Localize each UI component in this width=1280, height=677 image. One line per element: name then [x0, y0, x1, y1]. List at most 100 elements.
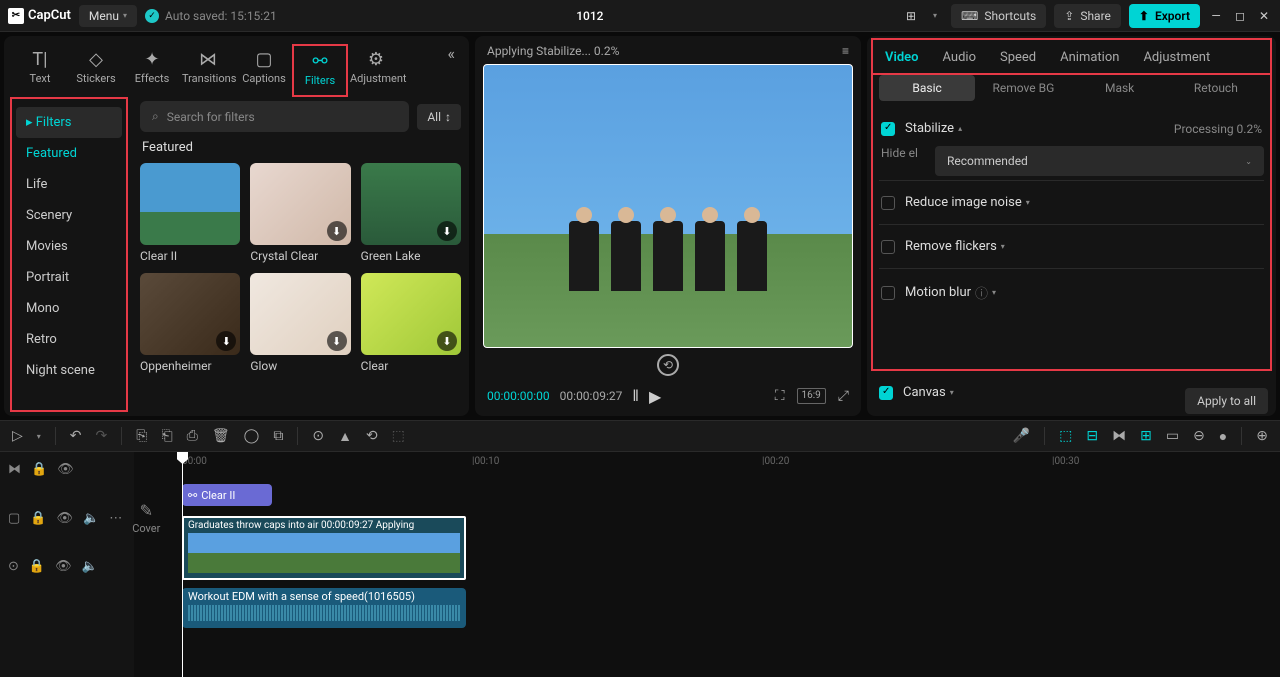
rotate-icon[interactable]: ⟲ [366, 428, 378, 444]
snap-icon[interactable]: ⊞ [1140, 428, 1152, 444]
split-right-icon[interactable]: ⎙ [187, 428, 198, 444]
collapse-tabs-icon[interactable]: « [441, 44, 461, 63]
speed-icon[interactable]: ⊙ [312, 428, 324, 444]
filter-clip[interactable]: ⚯Clear II [182, 484, 272, 506]
audio-clip[interactable]: Workout EDM with a sense of speed(101650… [182, 588, 466, 628]
filter-card[interactable]: Clear II [140, 163, 240, 263]
crop-icon[interactable]: ⬚ [392, 428, 405, 444]
link-icon[interactable]: ⊟ [1086, 428, 1098, 444]
split-icon[interactable]: ⎘ [136, 428, 147, 444]
filter-card[interactable]: ⬇Clear [361, 273, 461, 373]
play-icon[interactable]: ▶ [649, 387, 661, 406]
subtab-mask[interactable]: Mask [1072, 75, 1168, 101]
layout-chevron-icon[interactable]: ▾ [927, 8, 943, 24]
chevron-down-icon[interactable]: ▾ [950, 388, 954, 397]
tab-transitions[interactable]: ⋈Transitions [180, 44, 236, 93]
sidebar-item-featured[interactable]: Featured [12, 138, 126, 169]
noise-checkbox[interactable] [881, 196, 895, 210]
mark-icon[interactable]: ◯ [244, 428, 260, 444]
chain-icon[interactable]: ⧓ [1112, 428, 1126, 444]
download-icon[interactable]: ⬇ [327, 221, 347, 241]
link-track-icon[interactable]: ⧓ [8, 462, 21, 477]
tab-effects[interactable]: ✦Effects [124, 44, 180, 93]
maximize-icon[interactable]: ◻ [1232, 8, 1248, 24]
download-icon[interactable]: ⬇ [327, 331, 347, 351]
sidebar-item-scenery[interactable]: Scenery [12, 200, 126, 231]
tab-video[interactable]: Video [885, 50, 919, 65]
redo-icon[interactable]: ↷ [96, 428, 108, 444]
canvas-checkbox[interactable] [879, 386, 893, 400]
copy-icon[interactable]: ⧉ [273, 428, 283, 444]
eye-track-icon[interactable]: 👁 [56, 511, 73, 526]
filter-card[interactable]: ⬇Crystal Clear [250, 163, 350, 263]
filter-card[interactable]: ⬇Glow [250, 273, 350, 373]
tab-speed[interactable]: Speed [1000, 50, 1036, 65]
sidebar-item-night[interactable]: Night scene [12, 355, 126, 386]
tab-stickers[interactable]: ◇Stickers [68, 44, 124, 93]
split-left-icon[interactable]: ⎗ [161, 428, 172, 444]
chevron-down-icon[interactable]: ▾ [1001, 242, 1005, 251]
tab-animation[interactable]: Animation [1060, 50, 1119, 65]
video-clip[interactable]: Graduates throw caps into air 00:00:09:2… [182, 516, 466, 580]
subtab-retouch[interactable]: Retouch [1168, 75, 1264, 101]
eye-track-icon[interactable]: 👁 [55, 559, 72, 574]
info-icon[interactable]: ⓘ [975, 283, 988, 302]
scale-fit-icon[interactable]: ⛶ [775, 388, 785, 404]
filter-all-button[interactable]: All ↕ [417, 104, 461, 130]
export-button[interactable]: ⬆Export [1129, 4, 1200, 28]
mute-track-icon[interactable]: 🔈 [82, 559, 98, 574]
zoom-out-icon[interactable]: ⊖ [1193, 428, 1205, 444]
timeline-ruler[interactable]: 00:00 |00:10 |00:20 |00:30 [182, 452, 1280, 476]
prev-frame-icon[interactable]: ‖ [632, 386, 639, 406]
lock-track-icon[interactable]: 🔒 [31, 462, 47, 477]
more-track-icon[interactable]: ⋯ [109, 511, 122, 526]
audio-track-icon[interactable]: ⊙ [8, 559, 19, 574]
delete-icon[interactable]: 🗑 [212, 428, 230, 444]
aspect-ratio-badge[interactable]: 16:9 [797, 388, 826, 404]
fullscreen-icon[interactable]: ⤢ [838, 388, 849, 404]
mirror-icon[interactable]: ▲ [338, 428, 352, 445]
subtab-basic[interactable]: Basic [879, 75, 975, 101]
select-tool-icon[interactable]: ▷ [12, 428, 23, 444]
mute-track-icon[interactable]: 🔈 [83, 511, 99, 526]
share-button[interactable]: ⇪Share [1054, 4, 1121, 28]
filter-card[interactable]: ⬇Oppenheimer [140, 273, 240, 373]
preview-icon[interactable]: ▭ [1166, 428, 1179, 444]
sidebar-header-filters[interactable]: ▸ Filters [16, 107, 122, 138]
flickers-checkbox[interactable] [881, 240, 895, 254]
lock-track-icon[interactable]: 🔒 [30, 511, 46, 526]
sync-icon[interactable]: ⟲ [657, 354, 679, 376]
search-input[interactable]: ⌕ Search for filters [140, 101, 409, 132]
filter-card[interactable]: ⬇Green Lake [361, 163, 461, 263]
minimize-icon[interactable]: ― [1208, 8, 1224, 24]
sidebar-item-movies[interactable]: Movies [12, 231, 126, 262]
tab-captions[interactable]: ▢Captions [236, 44, 292, 93]
preview-menu-icon[interactable]: ≡ [842, 44, 849, 58]
sidebar-item-life[interactable]: Life [12, 169, 126, 200]
sidebar-item-mono[interactable]: Mono [12, 293, 126, 324]
tab-audio[interactable]: Audio [943, 50, 976, 65]
stabilize-mode-dropdown[interactable]: Recommended⌄ [935, 146, 1264, 176]
subtab-removebg[interactable]: Remove BG [975, 75, 1071, 101]
tab-text[interactable]: T|Text [12, 44, 68, 93]
chevron-down-icon[interactable]: ▾ [1026, 198, 1030, 207]
tab-adjustment[interactable]: ⚙Adjustment [348, 44, 404, 93]
tab-adjustment2[interactable]: Adjustment [1143, 50, 1210, 65]
stabilize-checkbox[interactable] [881, 122, 895, 136]
close-icon[interactable]: ✕ [1256, 8, 1272, 24]
eye-track-icon[interactable]: 👁 [57, 462, 74, 477]
zoom-slider-icon[interactable]: ● [1219, 428, 1227, 445]
undo-icon[interactable]: ↶ [70, 428, 82, 444]
zoom-fit-icon[interactable]: ⊕ [1256, 428, 1268, 444]
tab-filters[interactable]: ⚯Filters [292, 44, 348, 97]
mic-icon[interactable]: 🎤 [1013, 428, 1030, 444]
magnet-icon[interactable]: ⬚ [1059, 428, 1072, 444]
sidebar-item-retro[interactable]: Retro [12, 324, 126, 355]
preview-viewport[interactable] [483, 64, 853, 348]
playhead[interactable] [182, 452, 183, 677]
lock-track-icon[interactable]: 🔒 [29, 559, 45, 574]
blur-checkbox[interactable] [881, 286, 895, 300]
download-icon[interactable]: ⬇ [437, 331, 457, 351]
menu-button[interactable]: Menu▾ [79, 5, 137, 27]
select-chevron-icon[interactable]: ▾ [37, 432, 41, 441]
